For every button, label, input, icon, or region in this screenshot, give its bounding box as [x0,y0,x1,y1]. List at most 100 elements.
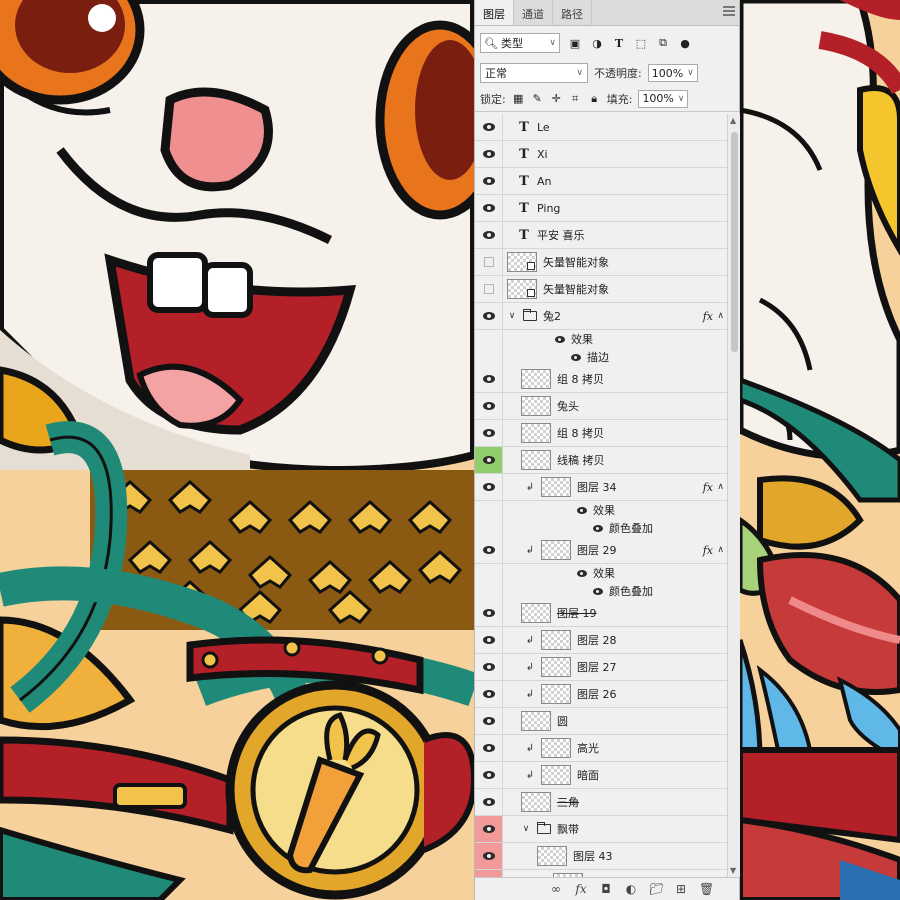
layer-effect-row[interactable]: 效果 [475,330,727,348]
layer-effect-row[interactable]: 效果 [475,501,727,519]
layer-style-fx-icon[interactable]: fx [703,481,713,494]
layer-row[interactable]: 组 8 拷贝 [475,420,727,447]
visibility-toggle[interactable] [475,141,503,167]
layer-row[interactable]: ↲ 图层 28 [475,627,727,654]
layer-row[interactable]: ∨ 飘带 [475,816,727,843]
visibility-toggle[interactable] [475,330,503,348]
filter-kind-select[interactable]: 🔍︎ 类型 ∨ [480,33,560,53]
layer-row[interactable]: 矢量智能对象 [475,249,727,276]
layer-row[interactable]: T 平安 喜乐 [475,222,727,249]
visibility-toggle[interactable] [475,582,503,600]
visibility-toggle[interactable] [475,564,503,582]
visibility-toggle[interactable] [475,114,503,140]
tab-layers[interactable]: 图层 [475,0,514,25]
visibility-toggle[interactable] [475,168,503,194]
scroll-down-icon[interactable]: ▼ [730,866,736,875]
layer-row[interactable]: ↲ 图层 34 fx ∧ [475,474,727,501]
image-filter-icon[interactable]: ▣ [568,37,582,50]
layer-row[interactable]: 圆 [475,708,727,735]
chevron-up-icon[interactable]: ∧ [717,482,724,492]
visibility-toggle[interactable] [475,393,503,419]
layer-row[interactable]: 矢量智能对象 [475,276,727,303]
layer-row[interactable]: ↲图层 33 拷贝 [475,870,727,877]
layer-row[interactable]: T Ping [475,195,727,222]
layer-row[interactable]: 三角 [475,789,727,816]
layer-effect-row[interactable]: 颜色叠加 [475,519,727,537]
layer-row[interactable]: ↲ 暗面 [475,762,727,789]
eye-icon[interactable] [555,335,565,343]
visibility-toggle[interactable] [475,843,503,869]
lock-position-icon[interactable]: ✛ [550,92,563,105]
layer-row[interactable]: 图层 19 [475,600,727,627]
tab-paths[interactable]: 路径 [553,0,592,25]
visibility-toggle[interactable] [475,627,503,653]
layer-row[interactable]: ↲ 图层 26 [475,681,727,708]
scroll-up-icon[interactable]: ▲ [730,116,736,125]
chevron-down-icon[interactable]: ∨ [521,824,531,834]
visibility-toggle[interactable] [475,195,503,221]
document-canvas[interactable] [0,0,900,900]
eye-icon[interactable] [571,353,581,361]
layer-row[interactable]: ↲ 高光 [475,735,727,762]
chevron-up-icon[interactable]: ∧ [717,311,724,321]
layer-row[interactable]: ↲ 图层 29 fx ∧ [475,537,727,564]
visibility-toggle[interactable] [475,735,503,761]
eye-icon[interactable] [577,506,587,514]
new-layer-icon[interactable]: ⊞ [674,882,688,896]
visibility-toggle[interactable] [475,537,503,563]
visibility-toggle[interactable] [475,681,503,707]
opacity-field[interactable]: 100% ∨ [647,64,698,82]
tab-channels[interactable]: 通道 [514,0,553,25]
visibility-toggle[interactable] [475,762,503,788]
adjustment-layer-icon[interactable]: ◐ [624,882,638,896]
visibility-toggle[interactable] [475,708,503,734]
layer-effect-row[interactable]: 颜色叠加 [475,582,727,600]
layer-list-scrollbar[interactable]: ▲ ▼ [727,114,740,877]
smart-object-filter-icon[interactable]: ⧉ [656,36,670,50]
lock-artboard-icon[interactable]: ⌗ [569,92,582,106]
visibility-toggle[interactable] [475,303,503,329]
link-layers-icon[interactable]: ∞ [549,882,563,896]
scrollbar-thumb[interactable] [731,132,738,352]
layer-row[interactable]: 组 8 拷贝 [475,366,727,393]
layer-style-fx-icon[interactable]: fx [703,310,713,323]
visibility-toggle[interactable] [475,447,503,473]
shape-filter-icon[interactable]: ⬚ [634,37,648,50]
visibility-toggle[interactable] [475,519,503,537]
layer-row[interactable]: 兔头 [475,393,727,420]
lock-all-icon[interactable]: 🔒︎ [588,92,601,106]
eye-icon[interactable] [593,524,603,532]
layer-row[interactable]: ∨ 兔2 fx ∧ [475,303,727,330]
layer-row[interactable]: 图层 43 [475,843,727,870]
type-filter-icon[interactable]: T [612,37,626,50]
visibility-toggle[interactable] [475,654,503,680]
chevron-down-icon[interactable]: ∨ [507,311,517,321]
visibility-toggle[interactable] [475,348,503,366]
visibility-toggle[interactable] [475,600,503,626]
visibility-toggle[interactable] [475,222,503,248]
add-mask-icon[interactable]: ◘ [599,882,613,896]
panel-menu-icon[interactable] [723,6,735,18]
eye-icon[interactable] [577,569,587,577]
layer-effect-row[interactable]: 描边 [475,348,727,366]
chevron-up-icon[interactable]: ∧ [717,545,724,555]
fx-icon[interactable]: fx [574,882,588,896]
visibility-toggle[interactable] [475,249,503,275]
layer-row[interactable]: T Xi [475,141,727,168]
visibility-toggle[interactable] [475,789,503,815]
visibility-toggle[interactable] [475,870,503,877]
layer-row[interactable]: ↲ 图层 27 [475,654,727,681]
visibility-toggle[interactable] [475,474,503,500]
filter-toggle-icon[interactable]: ● [678,37,692,50]
lock-brush-icon[interactable]: ✎ [531,92,544,105]
adjustment-filter-icon[interactable]: ◑ [590,37,604,50]
visibility-toggle[interactable] [475,501,503,519]
new-group-icon[interactable]: 📁︎ [649,882,664,896]
layer-style-fx-icon[interactable]: fx [703,544,713,557]
visibility-toggle[interactable] [475,816,503,842]
layer-row[interactable]: T Le [475,114,727,141]
lock-transparency-icon[interactable]: ▦ [512,92,525,105]
visibility-toggle[interactable] [475,276,503,302]
delete-layer-icon[interactable]: 🗑︎ [699,882,714,896]
layer-effect-row[interactable]: 效果 [475,564,727,582]
